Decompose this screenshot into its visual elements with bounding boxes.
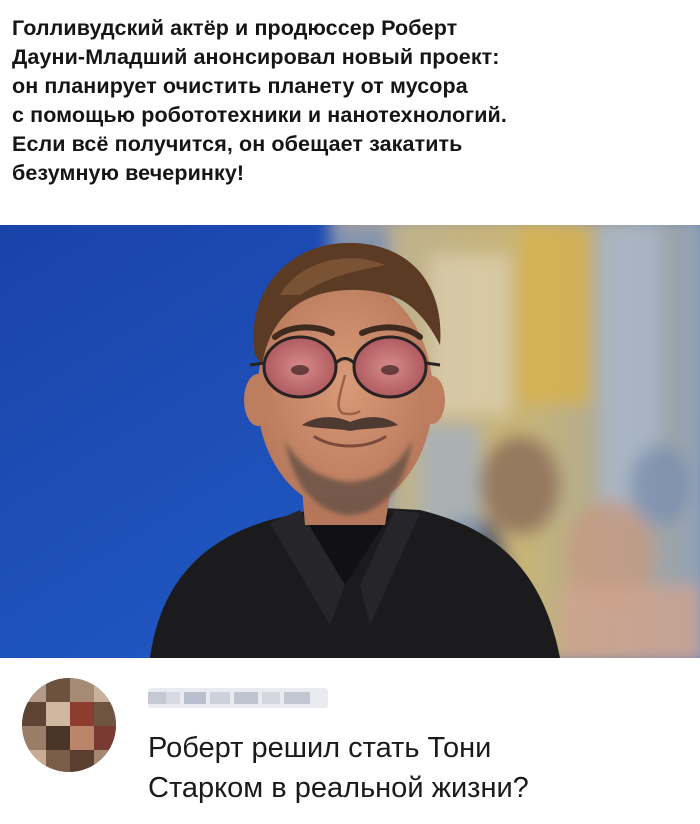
portrait-illustration [0,225,700,658]
blurred-username[interactable] [148,688,328,708]
comment-line: Роберт решил стать Тони [148,732,492,764]
headline-line: он планирует очистить планету от мусора [12,74,468,98]
headline-line: Голливудский актёр и продюссер Роберт [12,16,458,40]
comment-text: Роберт решил стать Тони Старком в реальн… [148,728,688,808]
pixelated-avatar-image [22,678,116,772]
comment-line: Старком в реальной жизни? [148,772,529,804]
headline-line: Дауни-Младший анонсировал новый проект: [12,45,500,69]
meme-headline: Голливудский актёр и продюссер Роберт Да… [12,14,692,188]
headline-line: с помощью робототехники и нанотехнологий… [12,103,507,127]
headline-line: Если всё получится, он обещает закатить [12,132,463,156]
pixelated-username-image [148,688,328,708]
portrait-photo [0,225,700,658]
headline-line: безумную вечеринку! [12,161,245,185]
comment-block: Роберт решил стать Тони Старком в реальн… [0,658,700,824]
blurred-avatar[interactable] [22,678,116,772]
